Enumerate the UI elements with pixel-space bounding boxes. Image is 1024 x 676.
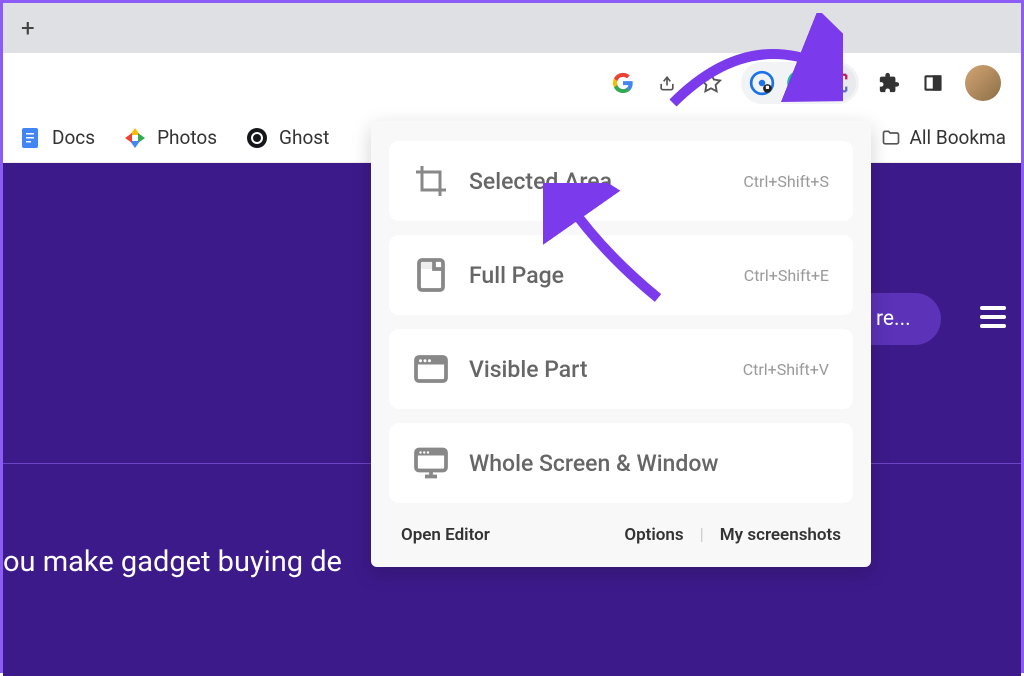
page-icon [413, 257, 449, 293]
selected-area-item[interactable]: Selected Area Ctrl+Shift+S [389, 141, 853, 221]
monitor-icon [413, 445, 449, 481]
bookmark-ghost-label: Ghost [279, 126, 329, 149]
extensions-group [741, 62, 859, 104]
visible-part-item[interactable]: Visible Part Ctrl+Shift+V [389, 329, 853, 409]
google-button[interactable] [603, 63, 643, 103]
whole-screen-item[interactable]: Whole Screen & Window [389, 423, 853, 503]
bookmark-star-button[interactable] [691, 63, 731, 103]
extension-2[interactable] [782, 65, 818, 101]
tab-strip: + [3, 3, 1021, 53]
all-bookmarks-button[interactable]: All Bookma [880, 126, 1006, 149]
open-editor-link[interactable]: Open Editor [401, 525, 490, 545]
browser-toolbar [3, 53, 1021, 113]
full-page-label: Full Page [469, 262, 724, 289]
dropdown-footer: Open Editor Options | My screenshots [389, 517, 853, 547]
my-screenshots-link[interactable]: My screenshots [720, 525, 841, 545]
window-icon [413, 351, 449, 387]
docs-icon [18, 126, 42, 150]
separator: | [700, 525, 704, 545]
share-button[interactable] [647, 63, 687, 103]
full-page-shortcut: Ctrl+Shift+E [744, 266, 829, 285]
bookmark-ghost[interactable]: Ghost [245, 126, 329, 150]
bookmark-photos-label: Photos [157, 126, 217, 149]
bookmark-docs[interactable]: Docs [18, 126, 95, 150]
bookmark-photos[interactable]: Photos [123, 126, 217, 150]
folder-icon [880, 128, 902, 148]
options-link[interactable]: Options [624, 525, 683, 545]
headline-text: ou make gadget buying de [3, 545, 342, 579]
bookmark-docs-label: Docs [52, 126, 95, 149]
all-bookmarks-label: All Bookma [910, 126, 1006, 149]
extension-1[interactable] [744, 65, 780, 101]
photos-icon [123, 126, 147, 150]
screenshot-dropdown: Selected Area Ctrl+Shift+S Full Page Ctr… [371, 121, 871, 567]
profile-avatar[interactable] [965, 65, 1001, 101]
visible-part-shortcut: Ctrl+Shift+V [743, 360, 829, 379]
screenshot-extension[interactable] [820, 65, 856, 101]
side-panel-button[interactable] [913, 63, 953, 103]
extensions-button[interactable] [869, 63, 909, 103]
crop-icon [413, 163, 449, 199]
new-tab-button[interactable]: + [13, 10, 43, 46]
selected-area-shortcut: Ctrl+Shift+S [743, 172, 829, 191]
visible-part-label: Visible Part [469, 356, 723, 383]
ghost-icon [245, 126, 269, 150]
more-label: re... [876, 307, 911, 331]
menu-button[interactable] [980, 301, 1006, 333]
full-page-item[interactable]: Full Page Ctrl+Shift+E [389, 235, 853, 315]
whole-screen-label: Whole Screen & Window [469, 450, 829, 477]
selected-area-label: Selected Area [469, 168, 723, 195]
